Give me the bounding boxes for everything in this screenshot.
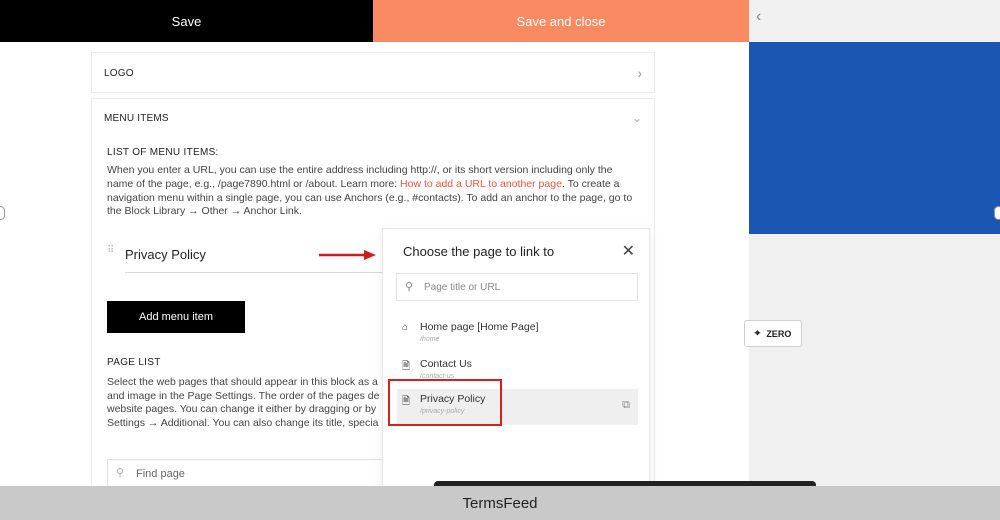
logo-section-title: LOGO [104,68,134,79]
menu-item-underline [125,272,385,273]
page-list-line: Settings → Additional. You can also chan… [107,416,379,429]
annotation-highlight-box [388,379,502,426]
footer-brand: TermsFeed [0,486,1000,520]
zero-label: ZERO [766,328,792,339]
page-list-line: Select the web pages that should appear … [107,376,378,388]
editor-toolbar: Save Save and close [0,0,749,42]
page-option-name: Home page [Home Page] [420,321,539,333]
page-list-line: website pages. You can change it either … [107,403,377,416]
page-search-placeholder: Page title or URL [424,282,501,293]
add-url-help-link[interactable]: How to add a URL to another page [400,178,562,190]
save-button[interactable]: Save [0,0,373,42]
find-page-placeholder: Find page [136,468,185,480]
page-list-heading: PAGE LIST [107,357,161,368]
save-and-close-button[interactable]: Save and close [373,0,749,42]
chevron-left-icon[interactable]: ‹ [756,8,761,26]
close-icon[interactable]: ✕ [622,241,635,261]
house-icon: ⌂ [402,322,409,333]
drag-handle-icon[interactable]: ⠿ [107,246,115,264]
chevron-down-icon[interactable]: ⌄ [632,111,642,125]
page-icon: 🗎 [402,361,411,372]
page-list-description: Select the web pages that should appear … [107,376,387,430]
page-list-line: and image in the Page Settings. The orde… [107,389,380,402]
menu-items-description: When you enter a URL, you can use the en… [107,164,637,219]
add-menu-item-button[interactable]: Add menu item [107,301,245,333]
zero-block-button[interactable]: ⌖ ZERO [744,320,802,347]
popup-title: Choose the page to link to [403,244,555,259]
find-page-input[interactable]: ⚲ Find page [107,459,387,489]
menu-items-section-title: MENU ITEMS [104,113,169,124]
external-link-icon[interactable]: ⧉ [622,399,630,412]
page-option-name: Contact Us [420,358,472,370]
red-arrow-icon [319,250,376,260]
preview-hero-block [749,42,1000,234]
right-edge-handle[interactable] [994,206,1000,220]
menu-item-title-input[interactable]: Privacy Policy [125,247,206,262]
link-page-popup: Choose the page to link to ✕ ⚲ Page titl… [382,228,650,498]
zero-icon: ⌖ [754,328,761,339]
chevron-right-icon[interactable]: › [637,65,642,81]
page-option-home[interactable]: ⌂ Home page [Home Page] /home [397,317,638,353]
logo-section[interactable]: LOGO › [91,52,655,93]
page-search-input[interactable]: ⚲ Page title or URL [396,273,638,301]
page-option-url: /home [420,336,440,343]
search-icon: ⚲ [116,467,125,479]
list-of-menu-items-heading: LIST OF MENU ITEMS: [107,147,219,158]
search-icon: ⚲ [405,281,414,293]
left-edge-handle[interactable] [0,206,5,220]
